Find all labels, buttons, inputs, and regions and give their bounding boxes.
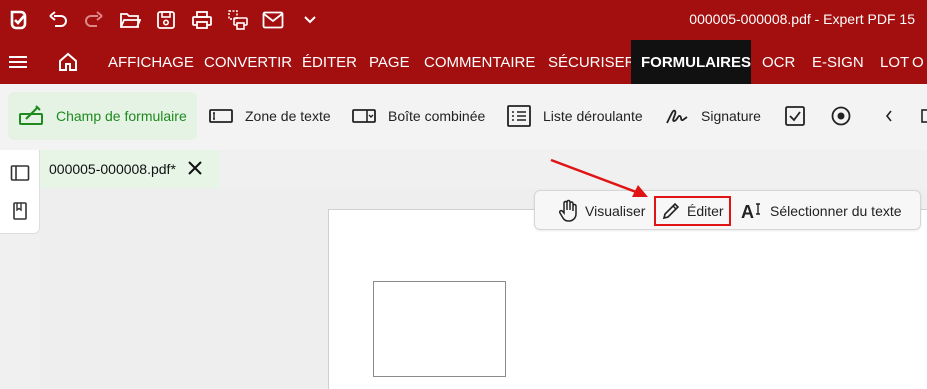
text-zone-button[interactable]: Zone de texte [209, 92, 331, 140]
edit-mode-button[interactable]: Éditer [654, 196, 731, 226]
signature-button[interactable]: Signature [665, 92, 761, 140]
menu-page[interactable]: PAGE [359, 40, 420, 84]
menu-bar: AFFICHAGE CONVERTIR ÉDITER PAGE COMMENTA… [0, 40, 927, 84]
panel-toggle-icon[interactable] [10, 163, 30, 183]
form-field-button[interactable]: Champ de formulaire [8, 92, 197, 140]
app-logo-icon[interactable] [4, 6, 32, 34]
save-icon[interactable] [152, 6, 180, 34]
text-zone-label: Zone de texte [245, 108, 331, 124]
text-field-icon [209, 108, 233, 124]
chevron-down-icon[interactable] [296, 6, 324, 34]
hamburger-menu-icon[interactable] [8, 52, 28, 72]
chevron-left-icon [884, 109, 894, 123]
combo-box-label: Boîte combinée [388, 108, 486, 124]
form-field-label: Champ de formulaire [56, 108, 187, 124]
scan-print-icon[interactable] [224, 6, 252, 34]
home-icon[interactable] [57, 51, 79, 73]
menu-convertir[interactable]: CONVERTIR [194, 40, 302, 84]
menu-affichage[interactable]: AFFICHAGE [98, 40, 204, 84]
hand-icon [557, 199, 579, 223]
ribbon-scroll-left-button[interactable] [884, 92, 906, 140]
combo-box-icon [352, 108, 376, 124]
ribbon-overflow-icon[interactable] [920, 92, 927, 140]
left-panel-rail [0, 150, 40, 234]
email-icon[interactable] [259, 6, 287, 34]
bookmark-icon[interactable] [10, 201, 30, 221]
ribbon-toolbar: Champ de formulaire Zone de texte Boîte … [0, 84, 927, 150]
menu-esign[interactable]: E-SIGN [802, 40, 874, 84]
menu-ocr[interactable]: OCR [752, 40, 805, 84]
menu-editer[interactable]: ÉDITER [292, 40, 367, 84]
menu-securiser[interactable]: SÉCURISER [538, 40, 646, 84]
app-window: 000005-000008.pdf - Expert PDF 15 AFFICH… [0, 0, 927, 389]
window-title: 000005-000008.pdf - Expert PDF 15 [689, 11, 915, 27]
svg-text:A: A [741, 202, 754, 222]
list-box-button[interactable]: Liste déroulante [507, 92, 643, 140]
list-box-label: Liste déroulante [543, 108, 643, 124]
title-bar: 000005-000008.pdf - Expert PDF 15 [0, 0, 927, 40]
radio-tool-button[interactable] [830, 92, 864, 140]
list-box-icon [507, 105, 531, 127]
select-text-label: Sélectionner du texte [770, 203, 902, 219]
menu-commentaire[interactable]: COMMENTAIRE [414, 40, 545, 84]
form-field-icon [18, 105, 44, 127]
close-tab-icon[interactable] [186, 159, 204, 177]
checkbox-tool-button[interactable] [784, 92, 818, 140]
undo-icon[interactable] [44, 6, 72, 34]
document-tab-label: 000005-000008.pdf* [49, 161, 176, 177]
menu-overflow[interactable]: O [912, 40, 924, 84]
view-mode-label: Visualiser [585, 203, 646, 219]
combo-box-button[interactable]: Boîte combinée [352, 92, 485, 140]
radio-button-icon [830, 105, 852, 127]
form-field-rectangle[interactable] [373, 281, 506, 377]
signature-label: Signature [701, 108, 761, 124]
checkbox-icon [784, 105, 806, 127]
pencil-icon [661, 201, 681, 221]
print-icon[interactable] [188, 6, 216, 34]
mode-toolbar: Visualiser Éditer A Sélectionner du text… [534, 190, 921, 230]
edit-mode-label: Éditer [687, 203, 724, 219]
select-text-button[interactable]: A Sélectionner du texte [740, 197, 902, 225]
signature-icon [665, 105, 689, 127]
view-mode-button[interactable]: Visualiser [557, 197, 645, 225]
text-cursor-icon: A [740, 200, 764, 222]
redo-icon[interactable] [80, 6, 108, 34]
menu-formulaires[interactable]: FORMULAIRES [631, 40, 751, 84]
document-tab[interactable]: 000005-000008.pdf* [40, 150, 220, 188]
open-folder-icon[interactable] [116, 6, 144, 34]
